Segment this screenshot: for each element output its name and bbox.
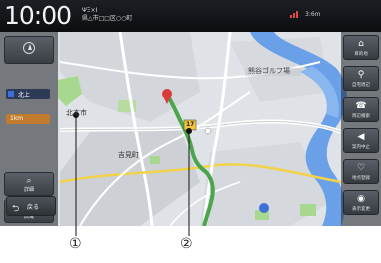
register-point-label: 地点登録: [352, 176, 370, 181]
volume-icon: ◀: [357, 132, 365, 142]
scale-label: 1km: [10, 115, 24, 122]
destination-label: 目的地: [354, 52, 368, 57]
home-area-button[interactable]: ⚲ 自宅周辺: [343, 66, 379, 91]
display-change-button[interactable]: ◉ 表示変更: [343, 190, 379, 215]
back-arrow-icon: ⮌: [12, 204, 20, 214]
map-label-golf: 熊谷ゴルフ場: [248, 67, 290, 75]
signal-icon: [290, 11, 298, 18]
navigation-screen: 10:00 ΨΞ×Ι 県△市□□区○○町 3:6m 北本市 吉見町 熊谷ゴルフ場…: [0, 0, 381, 226]
location-line-1: ΨΞ×Ι: [82, 7, 98, 14]
map-label-city-b: 吉見町: [118, 151, 139, 159]
zoom-in-label: 詳細: [23, 187, 34, 193]
current-location: ΨΞ×Ι 県△市□□区○○町: [82, 7, 172, 23]
favorite-icon: ♡: [356, 163, 366, 173]
status-bar: 10:00 ΨΞ×Ι 県△市□□区○○町 3:6m: [0, 0, 381, 32]
register-point-button[interactable]: ♡ 地点登録: [343, 159, 379, 184]
home-icon: ⌂: [358, 39, 364, 49]
home-area-label: 自宅周辺: [352, 83, 370, 88]
callout-2: ②: [180, 236, 193, 252]
scale-badge: 1km: [6, 114, 50, 124]
display-icon: ◉: [357, 194, 365, 204]
signal-status: 3:6m: [305, 11, 321, 18]
back-button[interactable]: ⮌ 戻る: [6, 196, 56, 216]
location-line-2: 県△市□□区○○町: [82, 15, 133, 22]
stop-guidance-label: 案内中止: [352, 145, 370, 150]
callout-1: ①: [69, 236, 82, 252]
zoom-in-icon: ⌕: [26, 176, 32, 186]
clock: 10:00: [4, 1, 72, 30]
nearby-search-label: 周辺検索: [352, 114, 370, 119]
compass-button[interactable]: [4, 36, 54, 64]
heading-mode-label: 北上: [18, 92, 31, 99]
heading-mode-badge[interactable]: 北上: [6, 89, 50, 99]
search-icon: ⚲: [357, 70, 365, 80]
nearby-search-button[interactable]: ☎ 周辺検索: [343, 97, 379, 122]
map-label-city-a: 北本市: [66, 109, 87, 117]
destination-button[interactable]: ⌂ 目的地: [343, 35, 379, 60]
right-control-panel: ⌂ 目的地 ⚲ 自宅周辺 ☎ 周辺検索 ◀ 案内中止 ♡ 地点登録 ◉ 表示変更: [341, 32, 381, 226]
phone-icon: ☎: [355, 101, 367, 111]
zoom-in-button[interactable]: ⌕ 詳細: [4, 172, 54, 196]
back-label: 戻る: [27, 204, 40, 211]
route-number-label: 17: [186, 121, 195, 128]
display-change-label: 表示変更: [352, 207, 370, 212]
stop-guidance-button[interactable]: ◀ 案内中止: [343, 128, 379, 153]
